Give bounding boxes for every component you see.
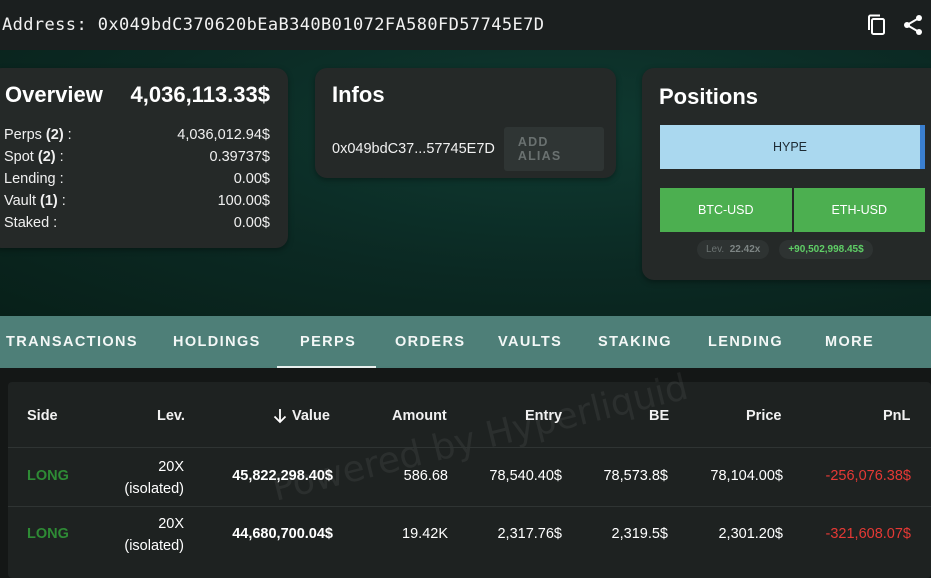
sort-down-arrow-icon	[273, 409, 287, 424]
overview-row-value: 0.39737$	[209, 149, 270, 165]
leverage-label: Lev.	[706, 244, 725, 255]
tab-lending[interactable]: LENDING	[708, 316, 783, 368]
tab-holdings[interactable]: HOLDINGS	[173, 316, 261, 368]
row2-leverage: 20X (isolated)	[124, 513, 184, 557]
overview-row-colon: :	[63, 127, 72, 143]
infos-title: Infos	[332, 82, 385, 107]
row2-amount: 19.42K	[402, 526, 448, 542]
tab-bar: TRANSACTIONS HOLDINGS PERPS ORDERS VAULT…	[0, 316, 931, 368]
overview-row-value: 100.00$	[217, 193, 270, 209]
overview-row: Vault (1) : 100.00$	[4, 190, 270, 212]
total-pnl-badge: +90,502,998.45$	[779, 240, 873, 259]
row1-lev-value: 20X	[158, 459, 184, 475]
row2-be: 2,319.5$	[611, 526, 668, 542]
positions-title: Positions	[659, 84, 759, 109]
add-alias-button[interactable]: ADD ALIAS	[503, 127, 604, 171]
tab-staking[interactable]: STAKING	[598, 316, 672, 368]
overview-row-name: Spot	[4, 149, 34, 165]
address-bar: Address: 0x049bdC370620bEaB340B01072FA58…	[0, 0, 931, 50]
row1-leverage: 20X (isolated)	[124, 456, 184, 500]
overview-row-label: Vault (1) :	[4, 190, 66, 212]
overview-row-value: 4,036,012.94$	[177, 127, 270, 143]
row-divider	[8, 447, 931, 448]
row2-pnl: -321,608.07$	[825, 526, 911, 542]
btc-usd-position[interactable]: BTC-USD	[660, 188, 792, 232]
header-lev[interactable]: Lev.	[157, 408, 185, 424]
row1-be: 78,573.8$	[603, 468, 668, 484]
overview-row-colon: :	[57, 193, 66, 209]
overview-row-label: Lending :	[4, 168, 64, 190]
overview-row-name: Lending :	[4, 171, 64, 187]
overview-row-count: (2)	[45, 127, 64, 143]
overview-card: Overview 4,036,113.33$ Perps (2) : 4,036,…	[0, 68, 288, 248]
row1-value: 45,822,298.40$	[232, 468, 333, 484]
overview-row: Spot (2) : 0.39737$	[4, 146, 270, 168]
tab-orders[interactable]: ORDERS	[395, 316, 465, 368]
header-value-label: Value	[292, 408, 330, 424]
overview-row-name: Vault	[4, 193, 36, 209]
copy-icon[interactable]	[865, 13, 889, 37]
overview-rows: Perps (2) : 4,036,012.94$ Spot (2) : 0.3973…	[0, 108, 288, 234]
overview-row: Lending : 0.00$	[4, 168, 270, 190]
leverage-value: 22.42x	[729, 244, 761, 255]
row1-margin-mode: (isolated)	[124, 481, 184, 497]
header-value[interactable]: Value	[272, 408, 330, 424]
infos-card: Infos 0x049bdC37...57745E7D ADD ALIAS	[315, 68, 616, 178]
row2-entry: 2,317.76$	[497, 526, 562, 542]
row2-value: 44,680,700.04$	[232, 526, 333, 542]
overview-row-name: Perps	[4, 127, 42, 143]
overview-title: Overview	[5, 82, 103, 107]
header-be[interactable]: BE	[649, 408, 669, 424]
header-pnl[interactable]: PnL	[883, 408, 910, 424]
row1-price: 78,104.00$	[710, 468, 783, 484]
overview-row-value: 0.00$	[233, 215, 270, 231]
header-amount[interactable]: Amount	[392, 408, 447, 424]
row1-pnl: -256,076.38$	[825, 468, 911, 484]
row1-amount: 586.68	[403, 468, 448, 484]
positions-card: Positions HYPE BTC-USD ETH-USD Lev. 22.4…	[642, 68, 931, 280]
overview-row-name: Staked :	[4, 215, 58, 231]
row2-side: LONG	[27, 526, 69, 542]
row2-margin-mode: (isolated)	[124, 538, 184, 554]
tab-vaults[interactable]: VAULTS	[498, 316, 562, 368]
overview-row-label: Spot (2) :	[4, 146, 64, 168]
overview-row-label: Perps (2) :	[4, 124, 72, 146]
overview-row: Staked : 0.00$	[4, 212, 270, 234]
row2-lev-value: 20X	[158, 516, 184, 532]
header-side[interactable]: Side	[27, 408, 58, 424]
overview-row: Perps (2) : 4,036,012.94$	[4, 124, 270, 146]
overview-row-label: Staked :	[4, 212, 57, 234]
hype-position-bar[interactable]: HYPE	[660, 125, 925, 169]
leverage-badge: Lev. 22.42x	[697, 240, 770, 259]
header-entry[interactable]: Entry	[525, 408, 562, 424]
overview-row-colon: :	[55, 149, 64, 165]
overview-row-value: 0.00$	[233, 171, 270, 187]
overview-row-count: (2)	[37, 149, 56, 165]
eth-usd-position[interactable]: ETH-USD	[793, 188, 925, 232]
tab-more[interactable]: MORE	[825, 316, 874, 368]
overview-row-count: (1)	[40, 193, 58, 209]
header-price[interactable]: Price	[746, 408, 781, 424]
row1-side: LONG	[27, 468, 69, 484]
row1-entry: 78,540.40$	[489, 468, 562, 484]
share-icon[interactable]	[901, 13, 925, 37]
row2-price: 2,301.20$	[718, 526, 783, 542]
row-divider	[8, 506, 931, 507]
tab-perps[interactable]: PERPS	[300, 316, 356, 368]
overview-total: 4,036,113.33$	[130, 82, 270, 107]
tab-transactions[interactable]: TRANSACTIONS	[6, 316, 138, 368]
short-address: 0x049bdC37...57745E7D	[332, 141, 495, 157]
wallet-address: Address: 0x049bdC370620bEaB340B01072FA58…	[2, 15, 545, 35]
